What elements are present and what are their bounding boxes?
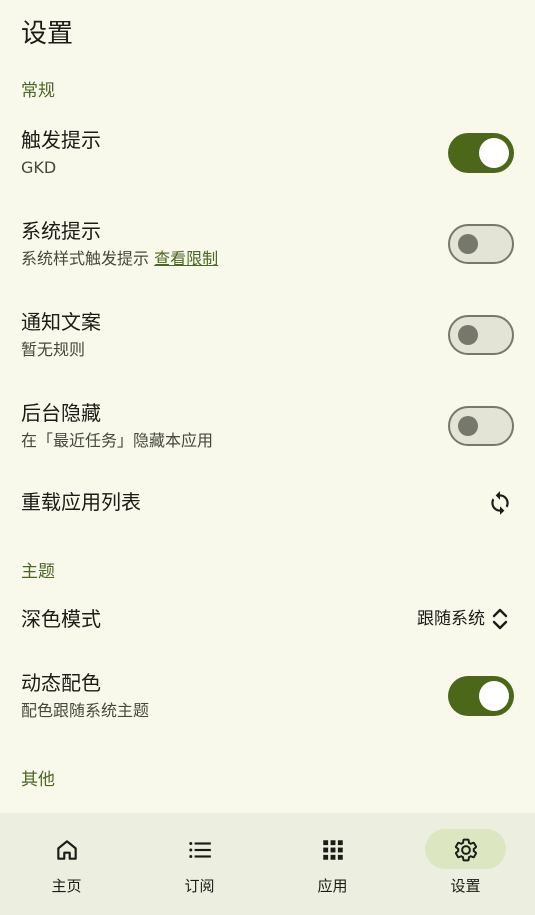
setting-title: 触发提示 (21, 128, 101, 152)
setting-subtitle: 配色跟随系统主题 (21, 701, 150, 720)
dynamic-color-switch[interactable] (448, 676, 514, 716)
setting-title: 后台隐藏 (21, 401, 101, 425)
nav-label: 应用 (317, 877, 348, 895)
setting-reload-apps[interactable]: 重载应用列表 (0, 480, 535, 526)
section-header-other: 其他 (21, 770, 55, 790)
setting-subtitle: 系统样式触发提示 查看限制 (21, 248, 218, 270)
bottom-navigation: 主页 订阅 应用 设置 (0, 813, 535, 915)
nav-item-settings[interactable]: 设置 (399, 813, 532, 915)
setting-trigger-hint[interactable]: 触发提示 GKD (0, 118, 535, 188)
trigger-hint-switch[interactable] (448, 133, 514, 173)
switch-knob (458, 325, 478, 345)
setting-dynamic-color[interactable]: 动态配色 配色跟随系统主题 (0, 662, 535, 732)
setting-subtitle: GKD (21, 158, 57, 177)
switch-knob (479, 681, 509, 711)
nav-item-apps[interactable]: 应用 (266, 813, 399, 915)
switch-knob (458, 416, 478, 436)
dark-mode-value[interactable]: 跟随系统 (417, 607, 485, 631)
setting-background-hide[interactable]: 后台隐藏 在「最近任务」隐藏本应用 (0, 391, 535, 461)
switch-knob (458, 234, 478, 254)
setting-dark-mode[interactable]: 深色模式 跟随系统 (0, 596, 535, 642)
nav-label: 订阅 (184, 877, 215, 895)
view-limits-link[interactable]: 查看限制 (154, 249, 218, 268)
nav-label: 设置 (450, 877, 481, 895)
setting-subtitle: 暂无规则 (21, 340, 86, 359)
list-icon (189, 841, 211, 859)
notification-text-switch[interactable] (448, 315, 514, 355)
background-hide-switch[interactable] (448, 406, 514, 446)
setting-title: 动态配色 (21, 671, 101, 695)
nav-item-home[interactable]: 主页 (0, 813, 133, 915)
page-title: 设置 (21, 19, 74, 49)
section-header-general: 常规 (21, 81, 55, 101)
apps-grid-icon (323, 840, 343, 860)
setting-subtitle: 在「最近任务」隐藏本应用 (21, 431, 214, 450)
home-icon (57, 840, 77, 860)
switch-knob (479, 138, 509, 168)
setting-system-hint[interactable]: 系统提示 系统样式触发提示 查看限制 (0, 209, 535, 279)
nav-label: 主页 (51, 877, 82, 895)
refresh-icon[interactable] (487, 490, 513, 516)
setting-title: 系统提示 (21, 219, 101, 243)
settings-icon (454, 838, 478, 862)
setting-title: 通知文案 (21, 310, 101, 334)
setting-notification-text[interactable]: 通知文案 暂无规则 (0, 300, 535, 370)
nav-item-subscriptions[interactable]: 订阅 (133, 813, 266, 915)
unfold-icon[interactable] (489, 607, 511, 631)
setting-title: 重载应用列表 (21, 490, 141, 514)
setting-title: 深色模式 (21, 607, 101, 631)
system-hint-subtitle-text: 系统样式触发提示 (21, 249, 150, 268)
system-hint-switch[interactable] (448, 224, 514, 264)
section-header-theme: 主题 (21, 562, 55, 582)
